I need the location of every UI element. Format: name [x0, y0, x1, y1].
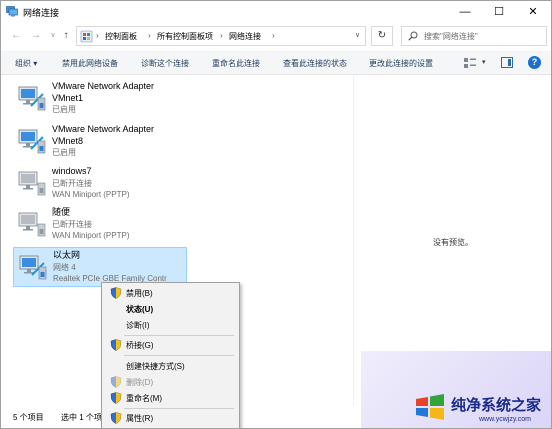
menu-separator	[124, 408, 234, 409]
menu-separator	[124, 355, 234, 356]
breadcrumb-control-panel[interactable]: 控制面板	[105, 31, 137, 42]
connection-name: 以太网	[53, 250, 81, 260]
breadcrumb-separator: ›	[272, 31, 275, 40]
recent-locations-button[interactable]: ∨	[46, 28, 60, 44]
back-button[interactable]: ←	[9, 28, 23, 44]
connection-status: 已断开连接	[52, 178, 92, 188]
disconnected-adapter-icon	[18, 212, 46, 237]
menu-item-properties[interactable]: 属性(R)	[104, 410, 237, 426]
search-box[interactable]	[401, 26, 547, 46]
view-status-button[interactable]: 查看此连接的状态	[283, 58, 347, 69]
view-options-dropdown[interactable]: ▾	[482, 58, 486, 66]
watermark-title: 纯净系统之家	[451, 396, 542, 414]
disable-device-button[interactable]: 禁用此网络设备	[62, 58, 118, 69]
forward-button[interactable]: →	[29, 28, 43, 44]
connection-name-line1: VMware Network Adapter	[52, 81, 155, 91]
preview-pane-divider[interactable]	[353, 76, 354, 406]
connection-status: 网络 4	[53, 262, 76, 272]
menu-item-status[interactable]: 状态(U)	[104, 301, 237, 317]
menu-item-label: 重命名(M)	[126, 394, 162, 403]
change-settings-button[interactable]: 更改此连接的设置	[369, 58, 433, 69]
list-item-vmnet1[interactable]: VMware Network Adapter VMnet1 已启用	[13, 79, 187, 119]
refresh-button[interactable]: ↻	[371, 26, 393, 46]
ethernet-adapter-icon	[19, 255, 47, 280]
connection-name-line1: VMware Network Adapter	[52, 124, 155, 134]
menu-item-disable[interactable]: 禁用(B)	[104, 285, 237, 301]
menu-item-label: 诊断(I)	[126, 321, 150, 330]
menu-item-create-shortcut[interactable]: 创建快捷方式(S)	[104, 358, 237, 374]
menu-item-rename[interactable]: 重命名(M)	[104, 390, 237, 406]
control-panel-icon	[80, 30, 93, 43]
view-options-icon[interactable]	[463, 57, 477, 69]
network-connections-window: 网络连接 — ☐ ✕ ← → ∨ ↑ › 控制面板 › 所有控制面板项 › 网络…	[0, 0, 552, 429]
menu-item-label: 属性(R)	[126, 414, 154, 423]
connection-name: windows7	[52, 166, 92, 176]
navigation-bar: ← → ∨ ↑ › 控制面板 › 所有控制面板项 › 网络连接 › ∨ ↻	[1, 24, 551, 48]
uac-shield-icon	[110, 412, 122, 424]
context-menu: 禁用(B) 状态(U) 诊断(I) 桥接(G) 创建快捷方式(S) 删除(D)	[101, 282, 240, 428]
item-count: 5 个项目	[13, 413, 44, 422]
menu-separator	[124, 335, 234, 336]
uac-shield-icon	[110, 287, 122, 299]
uac-shield-icon	[110, 339, 122, 351]
connection-name: 随便	[52, 207, 71, 217]
maximize-button[interactable]: ☐	[482, 1, 516, 23]
breadcrumb-separator: ›	[96, 31, 99, 40]
menu-item-label: 删除(D)	[126, 378, 154, 387]
breadcrumb-all-control-panel-items[interactable]: 所有控制面板项	[157, 31, 213, 42]
menu-item-label: 禁用(B)	[126, 289, 153, 298]
close-button[interactable]: ✕	[516, 1, 550, 23]
list-item-suibian[interactable]: 随便 已断开连接 WAN Miniport (PPTP)	[13, 205, 187, 245]
watermark-url: www.ycwjzy.com	[479, 416, 531, 423]
connection-name-line2: VMnet1	[52, 92, 84, 103]
connection-status: 已启用	[52, 148, 76, 157]
list-item-windows7[interactable]: windows7 已断开连接 WAN Miniport (PPTP)	[13, 164, 187, 204]
menu-item-label: 桥接(G)	[126, 341, 154, 350]
network-connections-icon	[6, 6, 18, 17]
network-adapter-icon	[18, 86, 46, 111]
disconnected-adapter-icon	[18, 171, 46, 196]
help-icon[interactable]: ?	[528, 56, 541, 69]
minimize-button[interactable]: —	[448, 1, 482, 23]
menu-item-delete: 删除(D)	[104, 374, 237, 390]
breadcrumb-separator: ›	[220, 31, 223, 40]
address-bar[interactable]: › 控制面板 › 所有控制面板项 › 网络连接 › ∨	[76, 26, 366, 46]
connection-device: WAN Miniport (PPTP)	[52, 190, 130, 199]
menu-item-label: 状态(U)	[126, 305, 154, 314]
connection-device: WAN Miniport (PPTP)	[52, 231, 130, 240]
breadcrumb-network-connections[interactable]: 网络连接	[229, 31, 261, 42]
connection-status: 已断开连接	[52, 219, 92, 229]
connection-status: 已启用	[52, 105, 76, 114]
up-button[interactable]: ↑	[59, 28, 73, 44]
search-icon	[408, 31, 418, 41]
organize-button[interactable]: 组织 ▾	[15, 58, 37, 69]
windows-logo-icon	[416, 394, 444, 420]
preview-empty-text: 没有预览。	[433, 238, 473, 247]
command-bar: 组织 ▾ 禁用此网络设备 诊断这个连接 重命名此连接 查看此连接的状态 更改此连…	[1, 51, 551, 75]
diagnose-button[interactable]: 诊断这个连接	[141, 58, 189, 69]
list-item-ethernet[interactable]: 以太网 网络 4 Realtek PCIe GBE Family Contr	[13, 247, 187, 287]
rename-button[interactable]: 重命名此连接	[212, 58, 260, 69]
uac-shield-icon	[110, 376, 122, 388]
window-title: 网络连接	[23, 8, 60, 18]
title-bar[interactable]: 网络连接 — ☐ ✕	[1, 1, 551, 23]
preview-pane-icon[interactable]	[501, 57, 513, 68]
list-item-vmnet8[interactable]: VMware Network Adapter VMnet8 已启用	[13, 122, 187, 162]
network-adapter-icon	[18, 129, 46, 154]
connection-name-line2: VMnet8	[52, 135, 84, 146]
search-input[interactable]	[424, 29, 542, 43]
menu-item-diagnose[interactable]: 诊断(I)	[104, 317, 237, 333]
uac-shield-icon	[110, 392, 122, 404]
menu-item-bridge[interactable]: 桥接(G)	[104, 337, 237, 353]
address-dropdown-button[interactable]: ∨	[355, 31, 360, 39]
menu-item-label: 创建快捷方式(S)	[126, 362, 185, 371]
breadcrumb-separator: ›	[148, 31, 151, 40]
